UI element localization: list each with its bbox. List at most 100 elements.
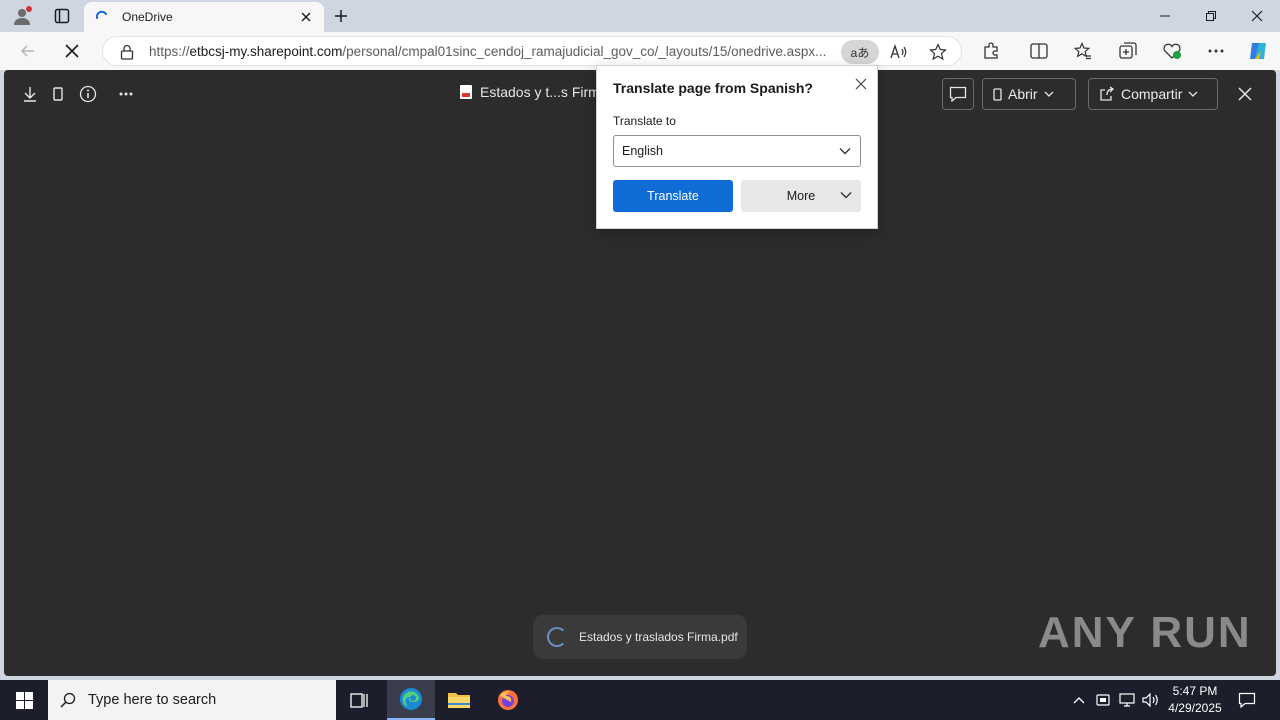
- plus-icon: [335, 10, 347, 22]
- star-icon: [929, 43, 947, 61]
- clock-date: 4/29/2025: [1168, 701, 1222, 715]
- comment-icon: [949, 86, 967, 102]
- taskbar-search[interactable]: Type here to search: [48, 680, 336, 720]
- volume-button[interactable]: [1140, 688, 1162, 712]
- spinner-icon: [547, 627, 567, 647]
- site-info-button[interactable]: [115, 40, 139, 64]
- url-path: /personal/cmpal01sinc_cendoj_ramajudicia…: [342, 44, 827, 59]
- close-icon: [1251, 10, 1263, 22]
- tray-app-button[interactable]: [1092, 688, 1114, 712]
- taskbar-edge[interactable]: [387, 680, 435, 720]
- network-button[interactable]: [1116, 688, 1138, 712]
- share-button-label: Compartir: [1121, 86, 1183, 102]
- minimize-icon: [1160, 15, 1170, 17]
- browser-essentials-button[interactable]: [1158, 37, 1186, 65]
- tab-strip: OneDrive: [0, 0, 1280, 32]
- notifications-button[interactable]: [1236, 688, 1258, 712]
- tab-onedrive[interactable]: OneDrive: [84, 2, 324, 32]
- more-button-label: More: [786, 189, 816, 203]
- clock-time: 5:47 PM: [1172, 684, 1218, 698]
- download-button[interactable]: [18, 82, 42, 106]
- chevron-down-icon: [1044, 91, 1054, 97]
- new-tab-button[interactable]: [330, 4, 352, 28]
- tab-title: OneDrive: [122, 10, 173, 24]
- more-icon: [119, 92, 133, 96]
- close-viewer-button[interactable]: [1233, 82, 1257, 106]
- taskbar: Type here to search 5:47 PM 4/29/2025: [0, 680, 1280, 720]
- url-host: etbcsj-my.sharepoint.com: [189, 44, 343, 59]
- notification-icon: [1238, 692, 1256, 708]
- extensions-button[interactable]: [977, 37, 1005, 65]
- copilot-icon: [1250, 43, 1266, 59]
- language-select[interactable]: English: [613, 135, 861, 167]
- show-hidden-icons-button[interactable]: [1068, 688, 1090, 712]
- translate-button[interactable]: Translate: [613, 180, 733, 212]
- device-icon: [993, 87, 1002, 101]
- details-button[interactable]: [76, 82, 100, 106]
- profile-button[interactable]: [8, 4, 36, 28]
- address-bar[interactable]: https://etbcsj-my.sharepoint.com/persona…: [102, 36, 962, 66]
- close-window-button[interactable]: [1234, 0, 1280, 32]
- tray-app-icon: [1096, 694, 1110, 706]
- close-icon: [301, 12, 311, 22]
- share-button[interactable]: Compartir: [1088, 78, 1218, 110]
- collections-button[interactable]: [1114, 37, 1142, 65]
- open-in-device-button[interactable]: [46, 82, 70, 106]
- search-placeholder: Type here to search: [88, 692, 217, 708]
- restore-icon: [1206, 11, 1216, 21]
- popup-close-button[interactable]: [851, 74, 871, 94]
- comments-button[interactable]: [942, 78, 974, 110]
- chevron-down-icon: [1189, 91, 1198, 97]
- settings-menu-button[interactable]: [1202, 37, 1230, 65]
- minimize-button[interactable]: [1142, 0, 1188, 32]
- close-icon: [1238, 87, 1252, 101]
- open-button[interactable]: Abrir: [982, 78, 1076, 110]
- open-button-label: Abrir: [1008, 86, 1038, 102]
- task-view-button[interactable]: [336, 680, 384, 720]
- taskbar-firefox[interactable]: [484, 680, 532, 720]
- task-view-icon: [350, 693, 368, 708]
- folder-icon: [448, 693, 470, 708]
- popup-title: Translate page from Spanish?: [613, 80, 813, 96]
- translate-popup: Translate page from Spanish? Translate t…: [596, 65, 878, 229]
- share-icon: [1100, 86, 1115, 101]
- stop-loading-button[interactable]: [58, 37, 86, 65]
- more-actions-button[interactable]: [114, 82, 138, 106]
- read-aloud-button[interactable]: [887, 40, 911, 64]
- loading-toast: Estados y traslados Firma.pdf: [533, 615, 747, 659]
- pdf-file-icon: [460, 85, 472, 99]
- split-screen-icon: [1030, 43, 1048, 59]
- favorites-button[interactable]: [1069, 37, 1097, 65]
- close-icon: [65, 44, 79, 58]
- favorites-icon: [1074, 42, 1091, 60]
- favorite-button[interactable]: [926, 40, 950, 64]
- selected-language: English: [622, 144, 663, 158]
- tab-close-button[interactable]: [298, 9, 314, 25]
- document-title-text: Estados y t...s Firm: [480, 84, 600, 100]
- taskbar-file-explorer[interactable]: [435, 680, 483, 720]
- back-button[interactable]: [14, 37, 42, 65]
- restore-button[interactable]: [1188, 0, 1234, 32]
- loading-icon: [95, 10, 107, 19]
- clock[interactable]: 5:47 PM 4/29/2025: [1160, 683, 1230, 717]
- tab-actions-button[interactable]: [48, 4, 76, 28]
- more-icon: [1208, 49, 1224, 53]
- heart-pulse-icon: [1163, 43, 1181, 59]
- windows-logo-icon: [15, 691, 33, 709]
- collections-icon: [1119, 42, 1137, 59]
- copilot-button[interactable]: [1244, 37, 1272, 65]
- translate-page-button[interactable]: aあ: [841, 40, 879, 64]
- start-button[interactable]: [0, 680, 48, 720]
- url-prefix: https://: [149, 44, 190, 59]
- url-text[interactable]: https://etbcsj-my.sharepoint.com/persona…: [149, 44, 839, 59]
- more-options-button[interactable]: More: [741, 180, 861, 212]
- document-title: Estados y t...s Firm: [460, 84, 600, 100]
- split-screen-button[interactable]: [1025, 37, 1053, 65]
- chevron-down-icon: [840, 192, 852, 199]
- chevron-up-icon: [1073, 697, 1085, 704]
- search-icon: [60, 692, 76, 708]
- info-icon: [79, 85, 97, 103]
- tab-actions-icon: [54, 8, 70, 24]
- firefox-icon: [498, 690, 518, 710]
- chevron-down-icon: [839, 148, 851, 155]
